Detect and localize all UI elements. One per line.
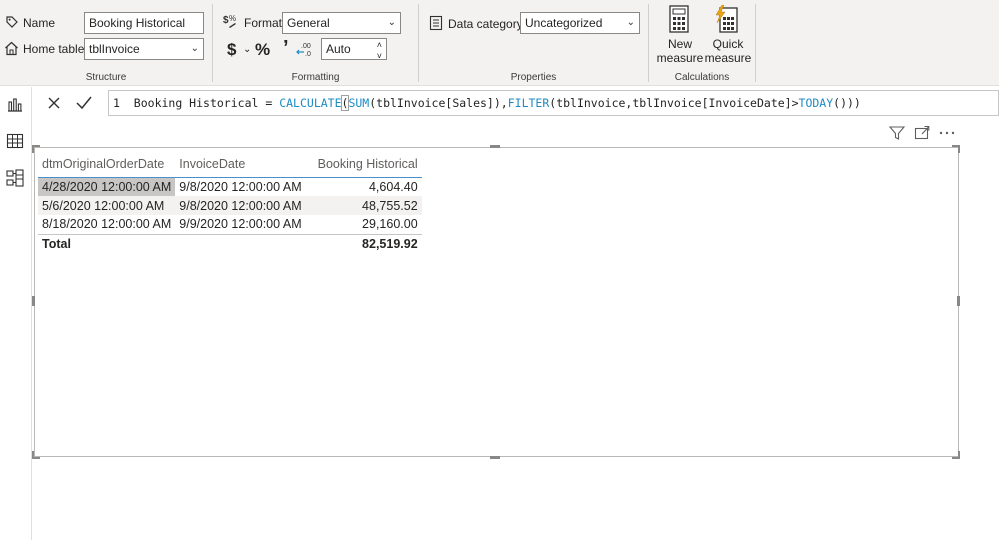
table-cell[interactable]: 4/28/2020 12:00:00 AM: [38, 177, 176, 196]
calculator-icon: [669, 5, 689, 33]
formatting-group: $ % Format General ⌄ $ ⌄ % ’ .00 .0 Auto…: [213, 0, 418, 86]
total-value: 82,519.92: [305, 233, 422, 254]
table-total-row: Total 82,519.92: [38, 233, 422, 254]
table-row[interactable]: 5/6/2020 12:00:00 AM 9/8/2020 12:00:00 A…: [38, 196, 422, 215]
formula-function: SUM: [348, 96, 370, 110]
format-value: General: [287, 16, 330, 30]
resize-handle[interactable]: [32, 296, 35, 306]
data-view-icon[interactable]: [4, 130, 26, 152]
resize-handle[interactable]: [32, 457, 40, 459]
report-view-icon[interactable]: [4, 93, 26, 115]
formula-text: (tblInvoice[Sales]),: [369, 96, 508, 110]
format-dropdown[interactable]: General ⌄: [282, 12, 401, 34]
formula-function: CALCULATE: [279, 96, 342, 110]
name-input[interactable]: Booking Historical: [84, 12, 204, 34]
name-label: Name: [23, 16, 56, 30]
data-category-dropdown[interactable]: Uncategorized ⌄: [520, 12, 640, 34]
formatting-group-label: Formatting: [291, 72, 340, 83]
column-header[interactable]: InvoiceDate: [175, 151, 306, 178]
data-category-label: Data category: [448, 17, 523, 31]
divider: [755, 4, 756, 82]
quick-measure-button[interactable]: Quick measure: [704, 3, 752, 67]
format-label: Format: [244, 16, 283, 30]
svg-text:.0: .0: [305, 51, 311, 58]
currency-button[interactable]: $: [227, 40, 236, 60]
resize-handle[interactable]: [957, 296, 960, 306]
home-icon: [5, 41, 18, 56]
formula-text: ())): [833, 96, 861, 110]
more-options-icon[interactable]: [938, 124, 956, 142]
resize-handle[interactable]: [958, 145, 960, 153]
table-cell[interactable]: 48,755.52: [305, 196, 422, 215]
view-switcher: [0, 87, 32, 540]
chevron-down-icon: ⌄: [387, 17, 396, 28]
table-cell[interactable]: 5/6/2020 12:00:00 AM: [38, 196, 176, 215]
home-table-dropdown[interactable]: tblInvoice ⌄: [84, 38, 204, 60]
table-cell[interactable]: 29,160.00: [306, 215, 422, 234]
svg-text:.00: .00: [301, 43, 311, 50]
table-cell: [175, 233, 306, 254]
resize-handle[interactable]: [490, 145, 500, 148]
data-table: dtmOriginalOrderDate InvoiceDate Booking…: [38, 151, 422, 254]
table-header-row: dtmOriginalOrderDate InvoiceDate Booking…: [38, 151, 422, 178]
table-cell[interactable]: 9/9/2020 12:00:00 AM: [175, 215, 305, 234]
structure-group-label: Structure: [85, 72, 127, 83]
formula-line-number: 1: [113, 96, 120, 110]
formula-function: FILTER: [507, 96, 550, 110]
filter-icon[interactable]: [888, 124, 906, 142]
table-row[interactable]: 8/18/2020 12:00:00 AM 9/9/2020 12:00:00 …: [38, 215, 422, 234]
comma-style-button[interactable]: ’: [283, 37, 289, 60]
focus-mode-icon[interactable]: [913, 124, 931, 142]
percent-button[interactable]: %: [255, 40, 270, 60]
stepper-down-icon[interactable]: ˅: [377, 46, 382, 66]
decimal-places-value: Auto: [326, 42, 351, 56]
ribbon: Name Booking Historical Home table tblIn…: [0, 0, 999, 86]
total-label: Total: [38, 233, 176, 254]
chevron-down-icon: ⌄: [626, 17, 635, 28]
new-measure-button[interactable]: New measure: [656, 3, 704, 67]
chevron-down-icon: ⌄: [190, 43, 199, 54]
resize-handle[interactable]: [952, 457, 960, 459]
table-cell[interactable]: 4,604.40: [306, 177, 422, 196]
svg-text:%: %: [229, 14, 236, 23]
table-cell[interactable]: 8/18/2020 12:00:00 AM: [38, 215, 175, 234]
structure-group: Name Booking Historical Home table tblIn…: [0, 0, 212, 86]
cancel-formula-icon[interactable]: [44, 93, 64, 113]
calculations-group-label: Calculations: [674, 72, 730, 83]
formula-text: (tblInvoice,tblInvoice[InvoiceDate]>: [549, 96, 799, 110]
properties-group: Data category Uncategorized ⌄ Properties: [419, 0, 648, 86]
home-table-label: Home table: [23, 42, 85, 56]
format-icon: $ %: [223, 14, 236, 28]
model-view-icon[interactable]: [4, 167, 26, 189]
resize-handle[interactable]: [490, 456, 500, 459]
formula-bar: 1 Booking Historical = CALCULATE(SUM(tbl…: [32, 87, 999, 119]
table-cell[interactable]: 9/8/2020 12:00:00 AM: [175, 177, 305, 196]
decrease-decimal-icon[interactable]: .00 .0: [295, 40, 313, 58]
tag-icon: [6, 16, 18, 28]
commit-formula-icon[interactable]: [74, 93, 94, 113]
new-measure-label: New measure: [656, 37, 704, 65]
column-header[interactable]: dtmOriginalOrderDate: [38, 151, 176, 178]
decimal-places-stepper[interactable]: Auto ˄ ˅: [321, 38, 387, 61]
formula-input[interactable]: 1 Booking Historical = CALCULATE(SUM(tbl…: [108, 90, 999, 116]
calculations-group: New measure Quick measure Calculations: [649, 0, 755, 86]
formula-prefix: Booking Historical =: [133, 96, 280, 110]
table-cell[interactable]: 9/8/2020 12:00:00 AM: [175, 196, 306, 215]
visual-header: [886, 124, 958, 144]
table-row[interactable]: 4/28/2020 12:00:00 AM 9/8/2020 12:00:00 …: [38, 177, 422, 196]
home-table-value: tblInvoice: [89, 42, 140, 56]
properties-group-label: Properties: [510, 72, 557, 83]
quick-measure-label: Quick measure: [704, 37, 752, 65]
data-category-icon: [429, 15, 443, 31]
formula-function: TODAY: [798, 96, 834, 110]
column-header[interactable]: Booking Historical: [305, 151, 422, 178]
currency-chevron-icon[interactable]: ⌄: [243, 44, 251, 55]
resize-handle[interactable]: [32, 145, 34, 153]
quick-measure-icon: [715, 5, 738, 33]
data-category-value: Uncategorized: [525, 16, 603, 30]
